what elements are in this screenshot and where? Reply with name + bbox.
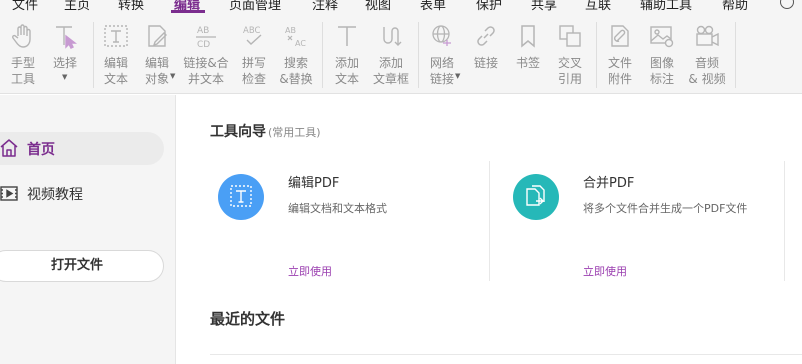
lightbulb-icon[interactable]	[780, 0, 794, 9]
menu-home[interactable]: 主页	[64, 0, 90, 13]
menu-file[interactable]: 文件	[12, 0, 38, 13]
menu-connect[interactable]: 互联	[585, 0, 611, 13]
menu-share[interactable]: 共享	[531, 0, 557, 13]
cross-reference-button[interactable]: 交叉 引用	[550, 14, 590, 94]
menu-accessibility[interactable]: 辅助工具	[640, 0, 692, 13]
use-now-link[interactable]: 立即使用	[288, 263, 332, 279]
edit-pdf-icon	[218, 174, 264, 220]
image-annotation-icon	[650, 26, 674, 48]
file-attachment-icon	[611, 25, 629, 47]
edit-object-icon	[148, 25, 167, 47]
svg-text:CD: CD	[197, 40, 210, 49]
svg-text:ABC: ABC	[243, 26, 260, 36]
svg-text:AC: AC	[295, 39, 306, 48]
add-text-icon	[338, 26, 356, 46]
menu-help[interactable]: 帮助	[722, 0, 748, 13]
sidebar-item-video-tutorial[interactable]: 视频教程	[0, 177, 164, 210]
audio-video-icon	[696, 25, 719, 47]
add-article-button[interactable]: 添加 文章框	[371, 14, 411, 94]
add-text-button[interactable]: 添加 文本	[327, 14, 367, 94]
sidebar-item-label: 首页	[27, 142, 55, 158]
add-article-label: 添加 文章框	[372, 56, 409, 86]
video-icon	[0, 186, 18, 201]
link-button[interactable]: 链接	[466, 14, 506, 94]
main-content: 工具向导 (常用工具) 编辑PDF 编辑文档和文本格式 立即使用 合并PDF 将多…	[177, 95, 802, 364]
card-description: 将多个文件合并生成一个PDF文件	[583, 202, 748, 215]
sidebar: 首页 视频教程 打开文件	[0, 95, 176, 364]
spell-check-icon: ABC	[243, 26, 262, 45]
select-icon	[56, 26, 78, 49]
open-file-button[interactable]: 打开文件	[0, 250, 164, 282]
edit-text-icon	[104, 25, 128, 47]
search-replace-label: 搜索 &替换	[279, 56, 313, 86]
recent-files-heading: 最近的文件	[210, 310, 286, 328]
home-icon	[0, 139, 18, 157]
tool-guide-subtitle: (常用工具)	[268, 126, 321, 139]
link-merge-text-button[interactable]: AB CD 链接&合 并文本	[183, 14, 228, 94]
card-divider	[784, 161, 785, 281]
link-icon	[477, 26, 495, 46]
cross-reference-icon	[559, 25, 581, 47]
link-merge-text-icon: AB CD	[196, 26, 216, 49]
web-link-button[interactable]: 网络 链接 ▼	[422, 14, 462, 94]
hand-tool-button[interactable]: 手型 工具	[3, 14, 43, 94]
merge-pdf-icon	[513, 174, 559, 220]
use-now-link[interactable]: 立即使用	[583, 263, 627, 279]
edit-object-button[interactable]: 编辑 对象 ▼	[137, 14, 177, 94]
svg-text:AB: AB	[285, 26, 296, 35]
recent-files-divider	[210, 354, 802, 355]
web-link-dropdown-caret-icon[interactable]: ▼	[455, 72, 460, 80]
menu-page-management[interactable]: 页面管理	[229, 0, 281, 13]
select-tool-label: 选择	[52, 56, 77, 70]
edit-object-label: 编辑 对象	[144, 56, 169, 86]
web-link-icon	[432, 25, 451, 46]
audio-video-label: 音频 & 视频	[688, 56, 726, 86]
svg-text:AB: AB	[197, 26, 209, 36]
sidebar-item-label: 视频教程	[27, 187, 83, 203]
image-annotation-button[interactable]: 图像 标注	[642, 14, 682, 94]
cross-reference-label: 交叉 引用	[557, 56, 582, 86]
edit-object-dropdown-caret-icon[interactable]: ▼	[170, 72, 175, 80]
edit-pdf-card[interactable]: 编辑PDF 编辑文档和文本格式 立即使用	[177, 161, 467, 281]
menu-form[interactable]: 表单	[420, 0, 446, 13]
tool-guide-heading: 工具向导 (常用工具)	[210, 121, 321, 141]
menu-convert[interactable]: 转换	[118, 0, 144, 13]
search-replace-button[interactable]: AB AC 搜索 &替换	[276, 14, 316, 94]
menu-comment[interactable]: 注释	[312, 0, 338, 13]
select-dropdown-caret-icon[interactable]: ▼	[62, 73, 67, 81]
sidebar-item-home[interactable]: 首页	[0, 132, 164, 165]
add-article-icon	[383, 27, 402, 46]
card-title: 编辑PDF	[288, 176, 340, 191]
menu-view[interactable]: 视图	[365, 0, 391, 13]
audio-video-button[interactable]: 音频 & 视频	[687, 14, 727, 94]
menu-protect[interactable]: 保护	[476, 0, 502, 13]
search-replace-icon: AB AC	[285, 26, 306, 48]
card-description: 编辑文档和文本格式	[288, 202, 387, 215]
ribbon-separator	[735, 22, 736, 88]
ribbon-toolbar: 手型 工具 选择 ▼ 编辑 文本 编辑 对象 ▼ AB CD 链接&合 并文本 …	[0, 14, 802, 94]
active-tab-indicator	[171, 10, 205, 13]
bookmark-icon	[521, 25, 535, 48]
card-title: 合并PDF	[583, 176, 635, 191]
select-tool-button[interactable]: 选择 ▼	[45, 14, 85, 94]
tool-guide-title: 工具向导	[210, 124, 266, 140]
menu-bar: 文件 主页 转换 编辑 页面管理 注释 视图 表单 保护 共享 互联 辅助工具 …	[0, 0, 802, 14]
hand-icon	[12, 24, 31, 48]
merge-pdf-card[interactable]: 合并PDF 将多个文件合并生成一个PDF文件 立即使用	[472, 161, 762, 281]
